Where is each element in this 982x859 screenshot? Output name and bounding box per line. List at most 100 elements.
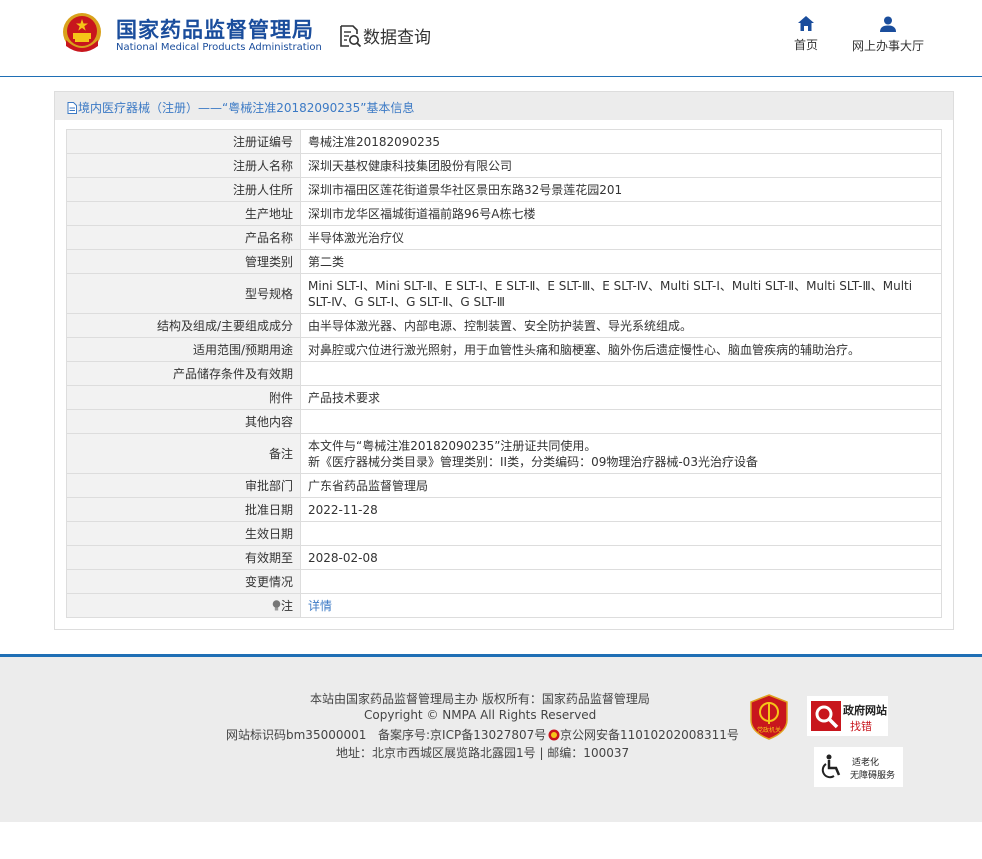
bulb-icon xyxy=(272,599,281,610)
row-value: 深圳市福田区莲花街道景华社区景田东路32号景莲花园201 xyxy=(300,177,942,202)
row-label: 审批部门 xyxy=(66,473,301,498)
table-row: 管理类别 第二类 xyxy=(66,249,942,274)
row-label: 注 xyxy=(66,593,301,618)
row-value: 深圳天基权健康科技集团股份有限公司 xyxy=(300,153,942,178)
table-row: 审批部门 广东省药品监督管理局 xyxy=(66,473,942,498)
header-divider xyxy=(0,76,982,77)
detail-panel: 境内医疗器械（注册）——“粤械注准20182090235”基本信息 注册证编号 … xyxy=(54,91,954,630)
table-row: 结构及组成/主要组成成分 由半导体激光器、内部电源、控制装置、安全防护装置、导光… xyxy=(66,313,942,338)
table-row: 生产地址 深圳市龙华区福城街道福前路96号A栋七楼 xyxy=(66,201,942,226)
table-row: 注册人住所 深圳市福田区莲花街道景华社区景田东路32号景莲花园201 xyxy=(66,177,942,202)
row-value: 对鼻腔或穴位进行激光照射，用于血管性头痛和脑梗塞、脑外伤后遗症慢性心、脑血管疾病… xyxy=(300,337,942,362)
note-label: 注 xyxy=(280,598,293,613)
breadcrumb: 境内医疗器械（注册）——“粤械注准20182090235”基本信息 xyxy=(67,99,414,116)
row-value: 产品技术要求 xyxy=(300,385,942,410)
row-value: 2028-02-08 xyxy=(300,545,942,570)
table-row: 附件 产品技术要求 xyxy=(66,385,942,410)
row-value xyxy=(300,569,942,594)
site-name-cn: 国家药品监督管理局 xyxy=(116,18,314,42)
table-row: 其他内容 xyxy=(66,409,942,434)
gov-agency-badge[interactable]: 党政机关 xyxy=(750,694,788,740)
remark-line-1: 本文件与“粤械注准20182090235”注册证共同使用。 xyxy=(308,438,597,453)
table-row: 变更情况 xyxy=(66,569,942,594)
row-label: 产品储存条件及有效期 xyxy=(66,361,301,386)
row-label: 型号规格 xyxy=(66,273,301,314)
footer-police[interactable]: 京公网安备11010202008311号 xyxy=(548,726,739,743)
row-label: 备注 xyxy=(66,433,301,474)
row-label: 产品名称 xyxy=(66,225,301,250)
table-row: 批准日期 2022-11-28 xyxy=(66,497,942,522)
table-row: 有效期至 2028-02-08 xyxy=(66,545,942,570)
table-row: 生效日期 xyxy=(66,521,942,546)
accessibility-title: 适老化 xyxy=(852,758,880,768)
nav-home[interactable]: 首页 xyxy=(794,16,818,53)
police-emblem-icon xyxy=(548,729,560,741)
details-link[interactable]: 详情 xyxy=(308,599,332,613)
row-value: 深圳市龙华区福城街道福前路96号A栋七楼 xyxy=(300,201,942,226)
registration-info-table: 注册证编号 粤械注准20182090235 注册人名称 深圳天基权健康科技集团股… xyxy=(66,129,942,618)
site-name-en: National Medical Products Administration xyxy=(116,42,322,53)
row-value: 第二类 xyxy=(300,249,942,274)
row-value: 粤械注准20182090235 xyxy=(300,129,942,154)
footer-sponsor: 本站由国家药品监督管理局主办 版权所有：国家药品监督管理局 xyxy=(310,692,650,706)
breadcrumb-text: 境内医疗器械（注册）——“粤械注准20182090235”基本信息 xyxy=(78,101,415,115)
table-row: 型号规格 Mini SLT-Ⅰ、Mini SLT-Ⅱ、E SLT-Ⅰ、E SLT… xyxy=(66,273,942,314)
table-row: 产品储存条件及有效期 xyxy=(66,361,942,386)
row-label: 变更情况 xyxy=(66,569,301,594)
row-value: 详情 xyxy=(300,593,942,618)
row-label: 附件 xyxy=(66,385,301,410)
table-row: 产品名称 半导体激光治疗仪 xyxy=(66,225,942,250)
row-label: 其他内容 xyxy=(66,409,301,434)
row-label: 结构及组成/主要组成成分 xyxy=(66,313,301,338)
gov-site-error-sub: 找错 xyxy=(850,720,872,733)
row-value: 本文件与“粤械注准20182090235”注册证共同使用。 新《医疗器械分类目录… xyxy=(300,433,942,474)
home-icon xyxy=(798,16,814,31)
gov-site-error-title: 政府网站 xyxy=(843,704,887,717)
row-label: 注册人住所 xyxy=(66,177,301,202)
row-label: 注册证编号 xyxy=(66,129,301,154)
table-row: 适用范围/预期用途 对鼻腔或穴位进行激光照射，用于血管性头痛和脑梗塞、脑外伤后遗… xyxy=(66,337,942,362)
accessibility-icon xyxy=(821,754,841,779)
table-row: 注册人名称 深圳天基权健康科技集团股份有限公司 xyxy=(66,153,942,178)
panel-header: 境内医疗器械（注册）——“粤械注准20182090235”基本信息 xyxy=(55,92,953,120)
footer-copyright: Copyright © NMPA All Rights Reserved xyxy=(364,708,597,722)
accessibility-sub: 无障碍服务 xyxy=(850,771,896,781)
table-row: 注册证编号 粤械注准20182090235 xyxy=(66,129,942,154)
row-value xyxy=(300,409,942,434)
row-label: 有效期至 xyxy=(66,545,301,570)
row-label: 批准日期 xyxy=(66,497,301,522)
user-icon xyxy=(880,16,896,32)
nav-home-label: 首页 xyxy=(794,38,819,52)
footer-icp[interactable]: 备案序号:京ICP备13027807号 xyxy=(378,726,546,743)
footer-address: 地址：北京市西城区展览路北露园1号 | 邮编：100037 xyxy=(336,746,630,760)
gov-site-error-badge[interactable]: 政府网站 找错 xyxy=(807,696,888,736)
national-emblem-icon xyxy=(63,13,101,52)
row-value xyxy=(300,521,942,546)
footer-site-id: 网站标识码bm35000001 xyxy=(226,728,367,742)
row-value: 2022-11-28 xyxy=(300,497,942,522)
row-value: Mini SLT-Ⅰ、Mini SLT-Ⅱ、E SLT-Ⅰ、E SLT-Ⅱ、E … xyxy=(300,273,942,314)
row-value: 半导体激光治疗仪 xyxy=(300,225,942,250)
nav-online-hall-label: 网上办事大厅 xyxy=(852,39,925,53)
accessibility-badge[interactable]: 适老化 无障碍服务 xyxy=(814,747,903,787)
magnifier-icon xyxy=(811,701,841,731)
section-title-text: 数据查询 xyxy=(363,28,431,48)
nav-online-hall[interactable]: 网上办事大厅 xyxy=(852,16,924,54)
site-footer: 本站由国家药品监督管理局主办 版权所有：国家药品监督管理局 Copyright … xyxy=(0,654,982,822)
gov-agency-badge-text: 党政机关 xyxy=(756,727,781,734)
row-label: 适用范围/预期用途 xyxy=(66,337,301,362)
row-value: 由半导体激光器、内部电源、控制装置、安全防护装置、导光系统组成。 xyxy=(300,313,942,338)
document-icon xyxy=(67,102,77,114)
footer-police-text: 京公网安备11010202008311号 xyxy=(560,728,739,742)
table-row: 备注 本文件与“粤械注准20182090235”注册证共同使用。 新《医疗器械分… xyxy=(66,433,942,474)
row-value xyxy=(300,361,942,386)
row-value: 广东省药品监督管理局 xyxy=(300,473,942,498)
site-header: 国家药品监督管理局 National Medical Products Admi… xyxy=(0,0,982,76)
table-row: 注 详情 xyxy=(66,593,942,618)
remark-line-2: 新《医疗器械分类目录》管理类别：II类，分类编码：09物理治疗器械-03光治疗设… xyxy=(308,454,758,469)
row-label: 注册人名称 xyxy=(66,153,301,178)
row-label: 生产地址 xyxy=(66,201,301,226)
row-label: 管理类别 xyxy=(66,249,301,274)
data-query-icon xyxy=(340,25,362,48)
row-label: 生效日期 xyxy=(66,521,301,546)
